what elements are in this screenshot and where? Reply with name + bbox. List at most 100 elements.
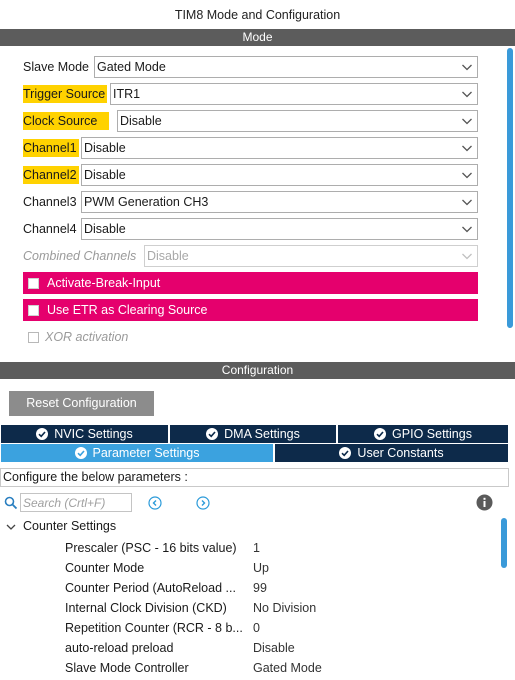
chevron-down-icon <box>6 521 16 531</box>
chevron-down-icon <box>461 61 473 73</box>
param-name: Internal Clock Division (CKD) <box>65 601 227 615</box>
param-name: Counter Period (AutoReload ... <box>65 581 236 595</box>
tab-dma-settings[interactable]: DMA Settings <box>170 425 336 443</box>
tab-label: GPIO Settings <box>392 427 472 441</box>
slave-mode-label: Slave Mode <box>23 60 90 74</box>
configure-parameters-text: Configure the below parameters : <box>0 468 509 487</box>
activate-break-input-label: Activate-Break-Input <box>47 276 161 290</box>
check-circle-icon <box>339 447 352 459</box>
param-name: auto-reload preload <box>65 641 174 655</box>
search-input[interactable] <box>20 493 132 512</box>
param-value: No Division <box>253 601 317 615</box>
slave-mode-select[interactable]: Gated Mode <box>94 56 478 78</box>
tab-gpio-settings[interactable]: GPIO Settings <box>338 425 508 443</box>
channel4-value: Disable <box>84 222 126 236</box>
search-next-icon[interactable] <box>196 496 210 510</box>
param-row[interactable]: Repetition Counter (RCR - 8 b... 0 <box>65 618 495 638</box>
info-icon[interactable] <box>476 494 493 511</box>
tab-parameter-settings[interactable]: Parameter Settings <box>1 444 273 462</box>
param-value: Up <box>253 561 269 575</box>
param-row[interactable]: Internal Clock Division (CKD) No Divisio… <box>65 598 495 618</box>
channel2-label: Channel2 <box>23 166 79 184</box>
trigger-source-select[interactable]: ITR1 <box>110 83 478 105</box>
mode-section-header: Mode <box>0 29 515 46</box>
xor-activation-checkbox: XOR activation <box>28 330 128 344</box>
tab-label: Parameter Settings <box>92 446 200 460</box>
chevron-down-icon <box>461 250 473 262</box>
param-name: Prescaler (PSC - 16 bits value) <box>65 541 237 555</box>
param-value: 0 <box>253 621 260 635</box>
slave-mode-value: Gated Mode <box>97 60 166 74</box>
xor-activation-label: XOR activation <box>45 330 129 344</box>
check-circle-icon <box>74 447 87 459</box>
slave-mode-row: Slave Mode <box>23 56 91 78</box>
param-row[interactable]: Counter Mode Up <box>65 558 495 578</box>
activate-break-input-checkbox[interactable]: Activate-Break-Input <box>23 272 478 294</box>
channel3-label: Channel3 <box>23 195 77 209</box>
channel3-row: Channel3 <box>23 191 79 213</box>
check-circle-icon <box>206 428 219 440</box>
use-etr-clearing-checkbox[interactable]: Use ETR as Clearing Source <box>23 299 478 321</box>
configuration-section-header: Configuration <box>0 362 515 379</box>
tab-label: User Constants <box>357 446 444 460</box>
parameters-scrollbar[interactable] <box>501 518 507 568</box>
clock-source-row: Clock Source <box>23 110 110 132</box>
channel1-value: Disable <box>84 141 126 155</box>
checkbox-icon <box>28 304 39 316</box>
param-value: 99 <box>253 581 267 595</box>
tim8-config-panel: TIM8 Mode and Configuration Mode Slave M… <box>0 0 515 680</box>
param-value: Disable <box>253 641 295 655</box>
trigger-source-label: Trigger Source <box>23 85 108 103</box>
channel1-select[interactable]: Disable <box>81 137 478 159</box>
channel2-row: Channel2 <box>23 164 79 186</box>
check-circle-icon <box>374 428 387 440</box>
combined-channels-value: Disable <box>147 249 189 263</box>
combined-channels-label: Combined Channels <box>23 249 137 263</box>
search-previous-icon[interactable] <box>148 496 162 510</box>
checkbox-icon <box>28 277 39 289</box>
search-row <box>4 493 132 512</box>
param-row[interactable]: auto-reload preload Disable <box>65 638 495 658</box>
trigger-source-row: Trigger Source <box>23 83 108 105</box>
tab-user-constants[interactable]: User Constants <box>275 444 508 462</box>
channel4-row: Channel4 <box>23 218 79 240</box>
window-title: TIM8 Mode and Configuration <box>174 8 341 22</box>
chevron-down-icon <box>461 115 473 127</box>
channel3-select[interactable]: PWM Generation CH3 <box>81 191 478 213</box>
channel2-select[interactable]: Disable <box>81 164 478 186</box>
channel4-select[interactable]: Disable <box>81 218 478 240</box>
chevron-down-icon <box>461 196 473 208</box>
combined-channels-row: Combined Channels <box>23 245 138 267</box>
channel1-row: Channel1 <box>23 137 79 159</box>
tab-label: NVIC Settings <box>54 427 133 441</box>
channel2-value: Disable <box>84 168 126 182</box>
param-value: Gated Mode <box>253 661 322 675</box>
trigger-source-value: ITR1 <box>113 87 141 101</box>
combined-channels-select: Disable <box>144 245 478 267</box>
param-row[interactable]: Prescaler (PSC - 16 bits value) 1 <box>65 538 495 558</box>
param-name: Repetition Counter (RCR - 8 b... <box>65 621 243 635</box>
chevron-down-icon <box>461 223 473 235</box>
param-value: 1 <box>253 541 260 555</box>
tab-nvic-settings[interactable]: NVIC Settings <box>1 425 168 443</box>
checkbox-icon <box>28 331 39 343</box>
check-circle-icon <box>36 428 49 440</box>
param-name: Slave Mode Controller <box>65 661 189 675</box>
use-etr-clearing-label: Use ETR as Clearing Source <box>47 303 208 317</box>
param-name: Counter Mode <box>65 561 145 575</box>
reset-configuration-button[interactable]: Reset Configuration <box>9 391 154 416</box>
tab-label: DMA Settings <box>224 427 300 441</box>
channel4-label: Channel4 <box>23 222 77 236</box>
clock-source-value: Disable <box>120 114 162 128</box>
counter-settings-group[interactable]: Counter Settings <box>6 519 116 533</box>
mode-scrollbar[interactable] <box>507 48 513 328</box>
search-icon <box>4 496 18 510</box>
channel3-value: PWM Generation CH3 <box>84 195 209 209</box>
chevron-down-icon <box>461 142 473 154</box>
param-row[interactable]: Slave Mode Controller Gated Mode <box>65 658 495 678</box>
param-row[interactable]: Counter Period (AutoReload ... 99 <box>65 578 495 598</box>
chevron-down-icon <box>461 88 473 100</box>
counter-settings-title: Counter Settings <box>23 519 117 533</box>
chevron-down-icon <box>461 169 473 181</box>
clock-source-select[interactable]: Disable <box>117 110 478 132</box>
